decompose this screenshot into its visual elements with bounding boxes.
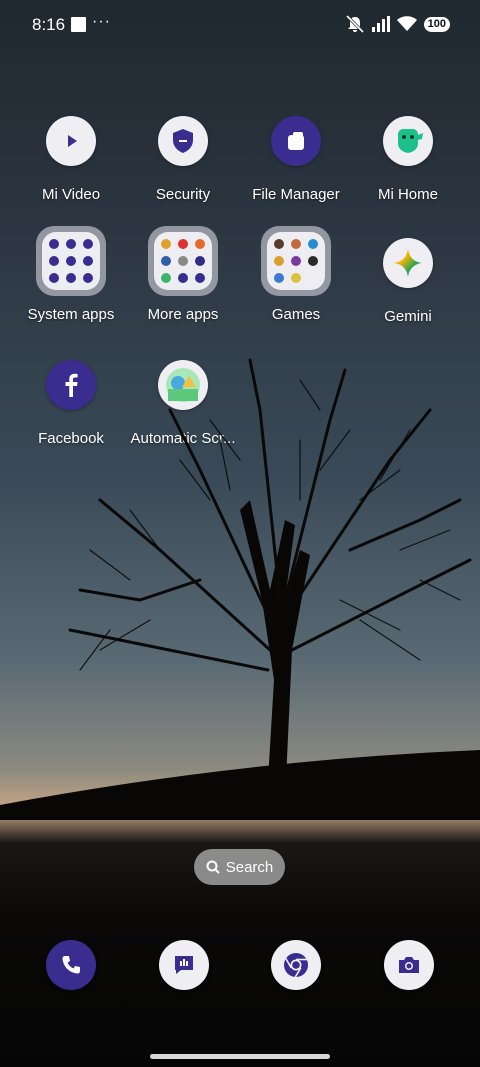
mi-video-icon [46,116,96,166]
app-mi-video[interactable]: Mi Video [15,116,127,203]
folder-games[interactable]: Games [240,226,352,323]
chrome-icon[interactable] [271,940,321,990]
messages-icon[interactable] [159,940,209,990]
system-apps-folder-icon [36,226,106,296]
app-label: Security [155,186,211,203]
more-apps-folder-icon [148,226,218,296]
phone-icon[interactable] [46,940,96,990]
app-label: Mi Video [41,186,101,203]
games-folder-icon [261,226,331,296]
search-button[interactable]: Search [194,849,285,885]
search-icon [206,860,220,874]
more-notifications-icon: ··· [92,13,111,30]
app-label: File Manager [252,186,340,203]
app-gemini[interactable]: Gemini [352,238,464,325]
camera-icon[interactable] [384,940,434,990]
status-time: 8:16 [32,15,66,34]
app-label: System apps [27,306,115,323]
app-label: Games [271,306,321,323]
app-label: Gemini [384,308,432,325]
wifi-icon [396,16,417,31]
app-file-manager[interactable]: File Manager [240,116,352,203]
notification-square-icon [71,17,86,32]
app-label: Mi Home [377,186,438,203]
home-gesture-bar[interactable] [150,1054,330,1059]
app-label: More apps [147,306,219,323]
tree-silhouette [0,358,480,820]
bell-off-icon [345,15,364,33]
app-mi-home[interactable]: Mi Home [352,116,464,203]
status-bar: 8:16 ··· 100 [0,0,480,50]
folder-system-apps[interactable]: System apps [15,226,127,323]
gemini-icon [383,238,433,288]
folder-more-apps[interactable]: More apps [127,226,239,323]
search-label: Search [225,858,274,876]
signal-icon [371,16,390,32]
shield-icon [158,116,208,166]
folder-icon [271,116,321,166]
app-security[interactable]: Security [127,116,239,203]
mi-home-icon [383,116,433,166]
battery-indicator: 100 [423,16,450,32]
